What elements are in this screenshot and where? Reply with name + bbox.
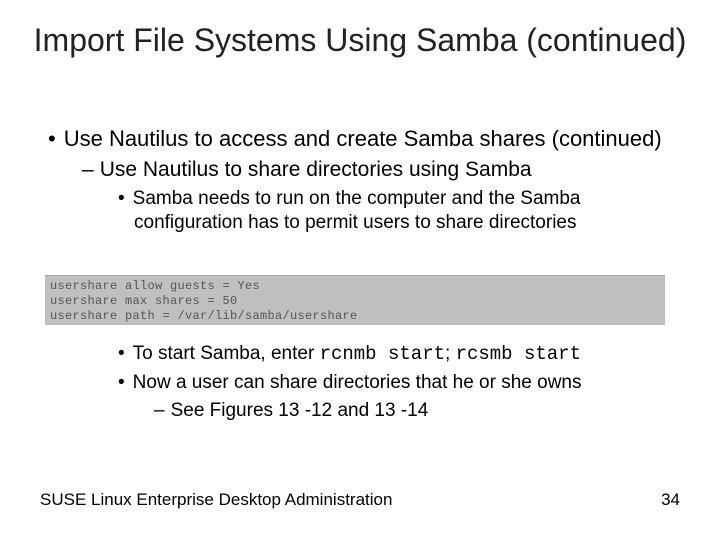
bullet-level-3: •Now a user can share directories that h… xyxy=(118,371,690,396)
bullet-text: Use Nautilus to access and create Samba … xyxy=(64,126,662,151)
bullet-level-1: •Use Nautilus to access and create Samba… xyxy=(48,125,690,153)
slide-body-upper: •Use Nautilus to access and create Samba… xyxy=(48,125,690,238)
dash-icon: – xyxy=(82,158,100,181)
bullet-text: Samba needs to run on the computer and t… xyxy=(133,188,581,233)
code-inline: rcsmb start xyxy=(456,343,581,365)
bullet-dot-icon: • xyxy=(118,188,133,209)
bullet-level-3: •To start Samba, enter rcnmb start; rcsm… xyxy=(118,342,690,367)
page-number: 34 xyxy=(661,490,680,510)
bullet-dot-icon: • xyxy=(48,126,64,151)
code-block: usershare allow guests = Yes usershare m… xyxy=(45,275,665,325)
bullet-dot-icon: • xyxy=(118,343,133,364)
bullet-text: See Figures 13 -12 and 13 -14 xyxy=(171,400,429,421)
bullet-level-2: –Use Nautilus to share directories using… xyxy=(82,157,690,183)
code-text: usershare allow guests = Yes usershare m… xyxy=(50,279,660,324)
bullet-level-4: –See Figures 13 -12 and 13 -14 xyxy=(154,399,690,424)
code-inline: rcnmb start xyxy=(320,343,445,365)
bullet-level-3: •Samba needs to run on the computer and … xyxy=(118,187,690,235)
bullet-text-sep: ; xyxy=(445,343,456,364)
footer-text: SUSE Linux Enterprise Desktop Administra… xyxy=(40,490,392,510)
slide-body-lower: •To start Samba, enter rcnmb start; rcsm… xyxy=(48,342,690,428)
slide: Import File Systems Using Samba (continu… xyxy=(0,0,720,540)
dash-icon: – xyxy=(154,400,171,421)
bullet-text: Use Nautilus to share directories using … xyxy=(100,158,532,181)
bullet-text: Now a user can share directories that he… xyxy=(133,372,582,393)
bullet-text-prefix: To start Samba, enter xyxy=(133,343,320,364)
bullet-dot-icon: • xyxy=(118,372,133,393)
slide-title: Import File Systems Using Samba (continu… xyxy=(0,20,720,60)
